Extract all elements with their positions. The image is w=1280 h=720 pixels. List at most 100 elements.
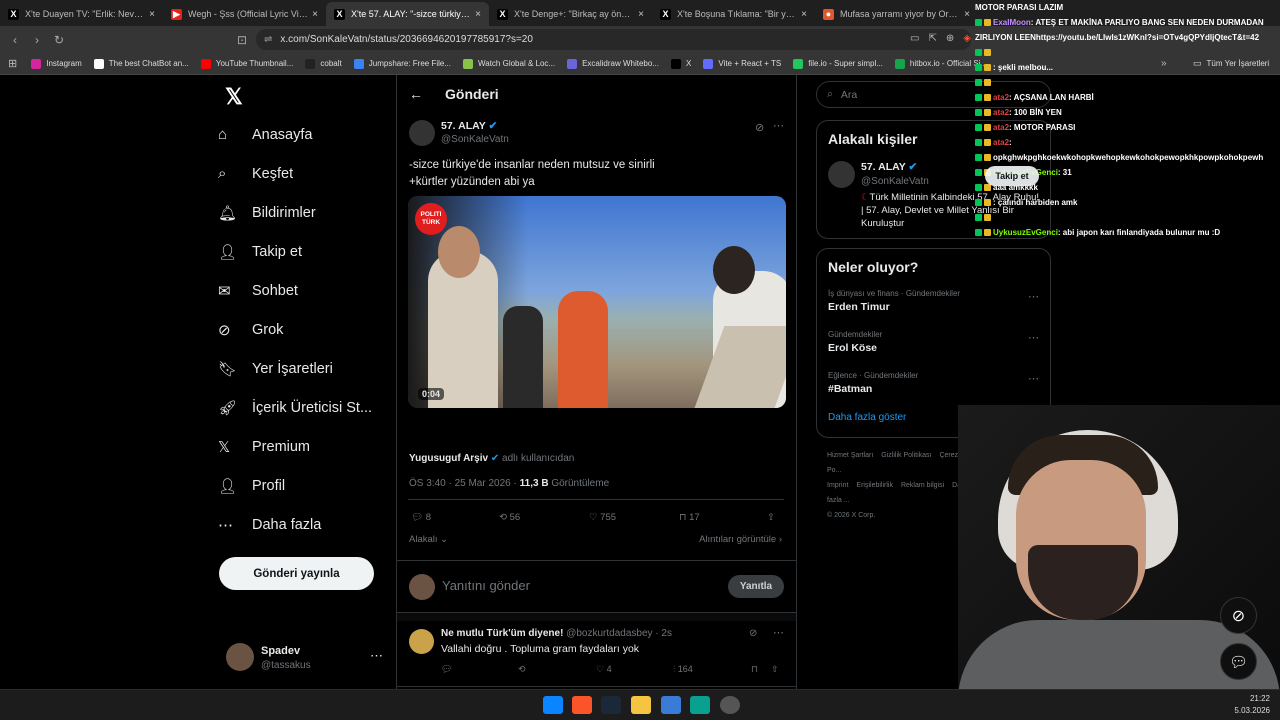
- footer-link[interactable]: Hizmet Şartları: [827, 452, 873, 459]
- steam-icon[interactable]: [601, 696, 621, 714]
- bookmark-item[interactable]: Vite + React + TS: [703, 58, 781, 69]
- reply-input[interactable]: Yanıtını gönder: [442, 578, 530, 593]
- retweet-action[interactable]: ⟲ 56: [499, 512, 520, 523]
- browser-tab[interactable]: ●Mufasa yarramı yiyor by OrangeRep×: [815, 2, 978, 26]
- reply-author[interactable]: Ne mutlu Türk'üm diyene! @bozkurtdadasbe…: [441, 628, 672, 639]
- messages-float-icon[interactable]: 💬︎: [1220, 643, 1257, 680]
- trend-item[interactable]: İş dünyası ve finans · Gündemdekiler Erde…: [828, 286, 1039, 327]
- cast-icon[interactable]: ▭: [910, 33, 919, 44]
- close-tab-icon[interactable]: ×: [149, 9, 155, 20]
- reply-button[interactable]: Yanıtla: [728, 575, 784, 598]
- more-dots-icon[interactable]: ⋯: [1028, 372, 1039, 385]
- reply-action[interactable]: 💬︎ 8: [411, 512, 431, 523]
- bookmark-item[interactable]: YouTube Thumbnail...: [200, 58, 293, 69]
- trend-item[interactable]: Eğlence · Gündemdekiler #Batman ⋯: [828, 368, 1039, 409]
- bookmark-item[interactable]: The best ChatBot an...: [93, 58, 189, 69]
- tweet-more-icon[interactable]: ⋯: [773, 119, 784, 132]
- bookmark-item[interactable]: Excalidraw Whitebo...: [567, 58, 659, 69]
- address-bar[interactable]: ⇌ x.com/SonKaleVatn/status/2036694620197…: [256, 29, 971, 50]
- share-icon[interactable]: ⇧: [771, 664, 779, 675]
- bookmark-item[interactable]: cobalt: [305, 58, 342, 69]
- views-action[interactable]: ⫶ 164: [673, 664, 693, 675]
- nav-item-10[interactable]: ⋯ Daha fazla: [218, 505, 388, 544]
- share-icon[interactable]: ⇧: [767, 512, 775, 523]
- tweet-author-handle[interactable]: @SonKaleVatn: [441, 134, 509, 145]
- bookmark-action[interactable]: ⊓ 17: [679, 512, 700, 523]
- zoom-icon[interactable]: ⊕: [946, 33, 954, 44]
- footer-link[interactable]: Erişilebilirlik: [856, 482, 893, 489]
- reply-tweet[interactable]: Ne mutlu Türk'üm diyene! @bozkurtdadasbe…: [397, 621, 796, 687]
- tweet-author-avatar[interactable]: [409, 120, 435, 146]
- share-icon[interactable]: ⇱: [928, 33, 936, 44]
- nav-item-1[interactable]: ⌕ Keşfet: [218, 154, 388, 193]
- site-info-icon[interactable]: ⇌: [264, 34, 272, 45]
- nav-item-4[interactable]: ✉ Sohbet: [218, 271, 388, 310]
- view-quotes-link[interactable]: Alıntıları görüntüle ›: [699, 534, 782, 545]
- grok-float-icon[interactable]: ⊘: [1220, 597, 1257, 634]
- x-logo-icon[interactable]: 𝕏: [225, 84, 243, 110]
- account-switcher[interactable]: Spadev @tassakus ⋯: [226, 643, 386, 675]
- close-tab-icon[interactable]: ×: [638, 9, 644, 20]
- obs-icon[interactable]: [720, 696, 740, 714]
- tweet-author-name[interactable]: 57. ALAY ✔: [441, 120, 497, 132]
- browser-tab[interactable]: ▶Wegh - Şss (Official Lyric Video) - Yo×: [163, 2, 326, 26]
- nav-item-9[interactable]: 👤︎ Profil: [218, 466, 388, 505]
- browser-tab[interactable]: XX'te Duayen TV: "Erlik: Nevruz'da TÜ×: [0, 2, 163, 26]
- nav-item-0[interactable]: ⌂ Anasayfa: [218, 115, 388, 154]
- bookmark-item[interactable]: hitbox.io - Official Si...: [894, 58, 987, 69]
- video-source[interactable]: Yugusuguf Arşiv ✔ adlı kullanıcıdan: [409, 453, 574, 464]
- follow-button[interactable]: Takip et: [985, 166, 1039, 186]
- bookmark-item[interactable]: file.io - Super simpl...: [793, 58, 883, 69]
- bookmark-item[interactable]: X: [671, 58, 691, 69]
- bookmark-item[interactable]: Watch Global & Loc...: [463, 58, 555, 69]
- photos-icon[interactable]: [661, 696, 681, 714]
- grok-icon[interactable]: ⊘: [749, 628, 757, 639]
- more-dots-icon[interactable]: ⋯: [1028, 290, 1039, 303]
- back-arrow-icon[interactable]: ‹: [4, 33, 26, 47]
- avatar[interactable]: [828, 161, 855, 188]
- close-tab-icon[interactable]: ×: [312, 9, 318, 20]
- footer-link[interactable]: Gizlilik Politikası: [881, 452, 931, 459]
- browser-tab[interactable]: XX'te Denge+: "Birkaç ay önce hesapla×: [489, 2, 652, 26]
- brave-shield-icon[interactable]: ◈: [963, 33, 971, 44]
- apps-grid-icon[interactable]: ⊞: [8, 57, 17, 70]
- nav-item-2[interactable]: 🔔︎ Bildirimler: [218, 193, 388, 232]
- grok-icon[interactable]: ⊘: [755, 121, 764, 134]
- forward-arrow-icon[interactable]: ›: [26, 33, 48, 47]
- tweet-video[interactable]: POLITI TÜRK 0:04: [408, 196, 786, 408]
- reply-more-icon[interactable]: ⋯: [773, 626, 784, 639]
- trend-item[interactable]: Gündemdekiler Erol Köse ⋯: [828, 327, 1039, 368]
- related-dropdown[interactable]: Alakalı ⌄: [409, 534, 448, 545]
- nav-item-7[interactable]: 🚀︎ İçerik Üreticisi St...: [218, 388, 388, 427]
- nav-item-8[interactable]: 𝕏 Premium: [218, 427, 388, 466]
- more-dots-icon[interactable]: ⋯: [1028, 331, 1039, 344]
- avatar[interactable]: [409, 629, 434, 654]
- browser-tab[interactable]: X X'te 57. ALAY: "-sizce türkiye'de ×: [326, 2, 489, 26]
- bookmark-page-icon[interactable]: ⊡: [231, 33, 253, 47]
- browser-tab[interactable]: XX'te Boşuna Tıklama: "Bir yayıncı, can×: [652, 2, 815, 26]
- bookmark-icon[interactable]: ⊓: [751, 664, 758, 675]
- start-menu-icon[interactable]: [543, 696, 563, 714]
- close-tab-icon[interactable]: ×: [964, 9, 970, 20]
- nav-item-3[interactable]: 👤︎ Takip et: [218, 232, 388, 271]
- reply-icon[interactable]: 💬︎: [441, 664, 452, 675]
- related-person-name[interactable]: 57. ALAY ✔: [861, 161, 917, 173]
- app-icon[interactable]: [690, 696, 710, 714]
- reload-icon[interactable]: ↻: [48, 33, 70, 47]
- post-button[interactable]: Gönderi yayınla: [219, 557, 374, 590]
- nav-item-6[interactable]: 🔖︎ Yer İşaretleri: [218, 349, 388, 388]
- close-tab-icon[interactable]: ×: [801, 9, 807, 20]
- back-arrow-icon[interactable]: ←: [409, 86, 423, 102]
- retweet-icon[interactable]: ⟲: [518, 664, 526, 675]
- related-person-handle[interactable]: @SonKaleVatn: [861, 176, 929, 187]
- footer-link[interactable]: Daha fazla ...: [827, 482, 969, 504]
- close-tab-icon[interactable]: ×: [475, 9, 481, 20]
- more-dots-icon[interactable]: ⋯: [370, 648, 383, 664]
- footer-link[interactable]: Imprint: [827, 482, 848, 489]
- file-explorer-icon[interactable]: [631, 696, 651, 714]
- footer-link[interactable]: Reklam bilgisi: [901, 482, 944, 489]
- like-action[interactable]: ♡ 755: [589, 512, 616, 523]
- like-action[interactable]: ♡ 4: [596, 664, 612, 675]
- brave-browser-icon[interactable]: [572, 696, 592, 714]
- system-clock[interactable]: 21:22 5.03.2026: [1234, 693, 1270, 717]
